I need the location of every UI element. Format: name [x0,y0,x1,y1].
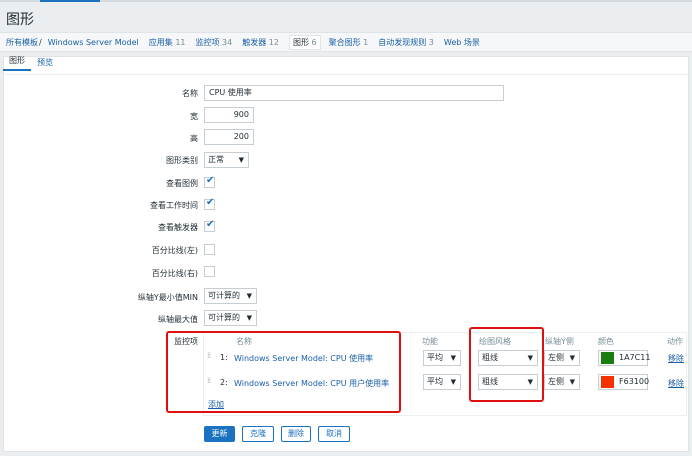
chevron-down-icon: ▼ [246,292,252,300]
y-axis-select[interactable]: 左侧 ▼ [544,350,580,366]
color-swatch[interactable] [601,376,614,388]
crumb-count: 11 [175,37,186,47]
remove-link[interactable]: 移除 [668,353,684,364]
chevron-down-icon: ▼ [450,354,456,362]
top-accent-line [0,0,692,2]
y-axis-value: 左侧 [548,353,564,362]
function-value: 平均 [427,353,443,362]
chevron-down-icon: ▼ [246,314,252,322]
col-header-action: 动作 [667,337,683,346]
show-work-period-checkbox[interactable]: ✔ [204,197,215,210]
remove-link[interactable]: 移除 [668,378,684,389]
function-value: 平均 [427,377,443,386]
breadcrumb-discovery[interactable]: 自动发现规则 3 [378,37,434,48]
ymax-value: 可计算的 [208,313,240,322]
show-triggers-checkbox[interactable]: ✔ [204,219,215,232]
percentile-right-label: 百分比线(右) [151,269,198,278]
name-input[interactable]: CPU 使用率 [204,85,504,101]
clone-button[interactable]: 克隆 [242,426,274,442]
crumb-count: 34 [222,37,233,47]
color-swatch[interactable] [601,352,614,364]
breadcrumb-items[interactable]: 监控项 34 [196,37,233,48]
graph-type-label: 图形类别 [166,156,198,165]
crumb-label: 图形 [292,37,309,47]
percentile-left-checkbox[interactable] [204,244,215,255]
crumb-count: 3 [428,37,434,47]
check-icon: ✔ [206,175,215,186]
crumb-label: 应用集 [148,37,173,47]
cancel-button[interactable]: 取消 [318,426,350,442]
col-header-function: 功能 [422,337,438,346]
crumb-label: 监控项 [195,37,220,47]
ymin-value: 可计算的 [208,291,240,300]
percentile-right-checkbox[interactable] [204,266,215,277]
crumb-label: Web 场景 [443,37,480,47]
chevron-down-icon: ▼ [450,378,456,386]
width-input[interactable]: 900 [204,107,254,123]
page-title: 图形 [6,12,34,28]
chevron-down-icon: ▼ [569,354,575,362]
col-header-color: 颜色 [598,337,614,346]
y-axis-value: 左侧 [548,377,564,386]
top-accent-segment [40,0,100,2]
tab-divider [3,74,689,75]
chevron-down-icon: ▼ [238,156,244,164]
crumb-label: 自动发现规则 [378,37,427,47]
highlight-box-draw-style [469,327,544,402]
crumb-label: 触发器 [242,37,267,47]
breadcrumb-graphs[interactable]: 图形 6 [288,34,321,50]
crumb-count: 6 [311,37,317,47]
ymin-select[interactable]: 可计算的 ▼ [204,288,257,304]
function-select[interactable]: 平均 ▼ [423,374,461,390]
highlight-box-items [166,331,401,413]
col-header-y-axis: 纵轴Y侧 [545,337,574,346]
height-label: 高 [190,134,198,143]
crumb-count: 1 [363,37,369,47]
show-work-period-label: 查看工作时间 [150,201,198,210]
show-triggers-label: 查看触发器 [158,223,198,232]
ymax-label: 纵轴最大值 [158,315,198,324]
delete-button[interactable]: 删除 [281,426,311,442]
percentile-left-label: 百分比线(左) [151,246,198,255]
breadcrumb-web-scenarios[interactable]: Web 场景 [444,37,480,48]
height-input[interactable]: 200 [204,129,254,145]
breadcrumb-all-templates[interactable]: 所有模板 [6,37,38,48]
tab-preview[interactable]: 预览 [31,57,59,71]
breadcrumb: 所有模板 / Windows Server Model 应用集 11 监控项 3… [0,32,692,52]
breadcrumb-screens[interactable]: 聚合图形 1 [329,37,369,48]
ymin-label: 纵轴Y最小值MIN [137,293,198,302]
check-icon: ✔ [206,197,215,208]
chevron-down-icon: ▼ [569,378,575,386]
breadcrumb-applications[interactable]: 应用集 11 [149,37,186,48]
function-select[interactable]: 平均 ▼ [423,350,461,366]
width-label: 宽 [190,112,198,121]
breadcrumb-triggers[interactable]: 触发器 12 [242,37,279,48]
y-axis-select[interactable]: 左侧 ▼ [544,374,580,390]
show-legend-checkbox[interactable]: ✔ [204,175,215,188]
update-button[interactable]: 更新 [204,426,235,442]
tab-graph[interactable]: 图形 [3,55,31,71]
breadcrumb-host[interactable]: Windows Server Model [48,38,139,47]
tab-bar: 图形 预览 [3,56,59,71]
graph-type-value: 正常 [208,155,224,164]
name-label: 名称 [182,89,198,98]
show-legend-label: 查看图例 [166,179,198,188]
crumb-count: 12 [268,37,279,47]
check-icon: ✔ [206,219,215,230]
breadcrumb-separator: / [39,37,42,47]
crumb-label: 聚合图形 [328,37,361,47]
ymax-select[interactable]: 可计算的 ▼ [204,310,257,326]
graph-type-select[interactable]: 正常 ▼ [204,152,249,168]
